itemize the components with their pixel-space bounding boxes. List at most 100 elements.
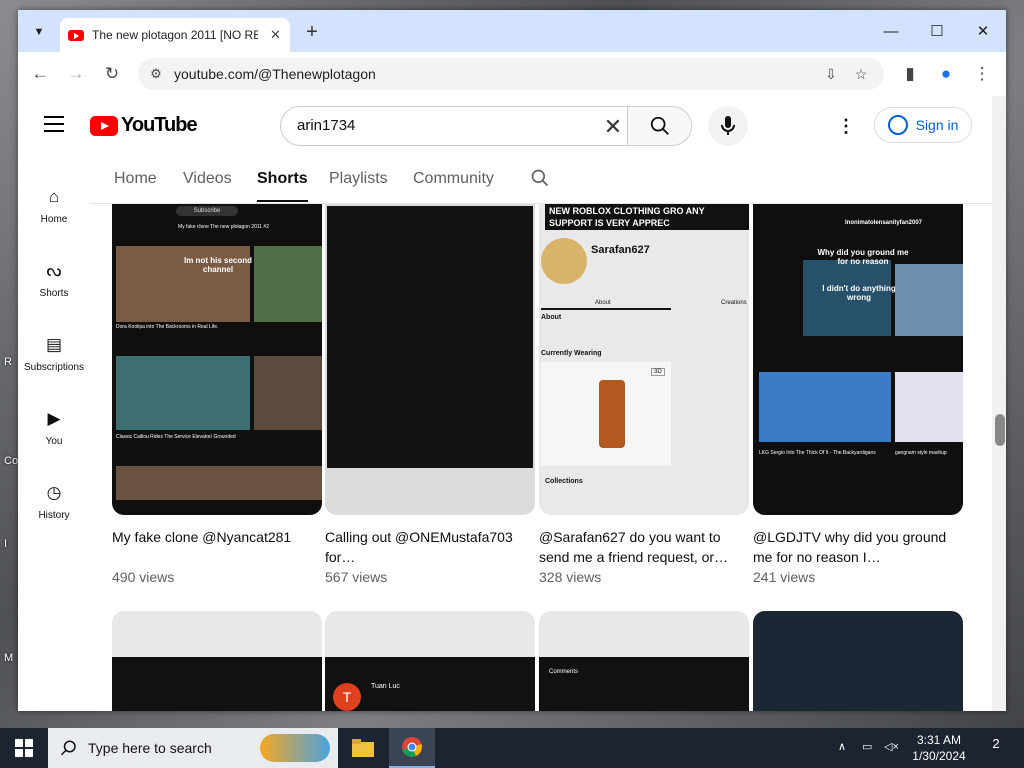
thumb-username: Sarafan627 [591,244,650,256]
url-text[interactable]: youtube.com/@Thenewplotagon [174,66,376,82]
short-card[interactable]: NEW ROBLOX CLOTHING GRO ANY SUPPORT IS V… [539,204,749,585]
thumb-frame [254,356,322,430]
taskbar-search-placeholder: Type here to search [88,740,212,756]
forward-button[interactable]: → [62,60,90,88]
thumb-tab: About [595,300,611,306]
thumb-caption: Classic Caillou Rides The Service Elevat… [116,434,236,440]
guide-item-home[interactable]: ⌂ Home [18,186,90,225]
maximize-button[interactable]: ☐ [914,18,960,44]
guide-item-shorts[interactable]: ᔓ Shorts [18,260,90,299]
bookmark-star-icon[interactable]: ☆ [850,63,872,85]
guide-label: You [45,436,63,447]
guide-menu-icon[interactable] [44,116,64,137]
side-panel-icon[interactable]: ▮ [896,60,924,88]
short-views: 328 views [539,569,602,585]
short-title[interactable]: @Sarafan627 do you want to send me a fri… [539,527,749,567]
windows-logo-icon [15,739,33,757]
system-clock[interactable]: 3:31 AM 1/30/2024 [904,732,974,764]
short-card[interactable]: Inonimatolensanityfan2007 Why did you gr… [753,204,963,585]
short-thumbnail[interactable]: Comments [539,611,749,711]
desktop-label: M [4,652,14,664]
search-button[interactable] [627,107,691,145]
browser-toolbar: ← → ↻ ⚙ youtube.com/@Thenewplotagon ⇩ ☆ … [18,52,1006,96]
windows-taskbar: Type here to search ∧ ▭ ◁× 3:31 AM 1/30/… [0,728,1024,768]
scrollbar-thumb[interactable] [995,414,1005,446]
thumb-frame [254,246,322,322]
page-scrollbar[interactable] [992,96,1006,711]
thumb-channel: Inonimatolensanityfan2007 [845,220,923,226]
tab-strip: ▼ The new plotagon 2011 [NO RE ✕ + — ☐ ✕ [18,10,1006,52]
browser-tab[interactable]: The new plotagon 2011 [NO RE ✕ [60,18,290,52]
short-card[interactable]: T Tuan Luc [325,611,535,711]
guide-label: History [38,510,70,521]
thumb-section: Currently Wearing [541,350,602,357]
guide-item-history[interactable]: ◷ History [18,482,90,521]
thumb-frame [895,372,963,442]
file-explorer-icon[interactable] [340,728,386,768]
chrome-menu-icon[interactable]: ⋮ [968,60,996,88]
site-info-icon[interactable]: ⚙ [146,64,166,84]
volume-muted-icon[interactable]: ◁× [884,740,899,753]
search-icon [60,740,76,756]
start-button[interactable] [0,728,48,768]
tab-playlists[interactable]: Playlists [329,170,388,188]
short-title[interactable]: @LGDJTV why did you ground me for no rea… [753,527,963,567]
thumb-tab: Creations [721,300,747,306]
reload-button[interactable]: ↻ [98,60,126,88]
voice-search-button[interactable] [708,106,748,146]
tab-shorts[interactable]: Shorts [257,170,308,202]
search-box[interactable]: arin1734 ✕ [280,106,692,146]
install-app-icon[interactable]: ⇩ [820,63,842,85]
guide-item-you[interactable]: ▶ You [18,408,90,447]
short-thumbnail[interactable] [753,611,963,711]
thumb-frame [116,466,322,500]
thumb-profile-name: Tuan Luc [371,683,400,690]
short-card[interactable]: Comments [539,611,749,711]
notification-count: 2 [992,736,1000,751]
guide-label: Subscriptions [23,362,85,373]
thumb-channel: My fake clone The new plotagon 2011 #2 [178,224,269,230]
profile-icon[interactable]: ● [932,60,960,88]
short-thumbnail[interactable] [325,204,535,515]
short-card[interactable] [112,611,322,711]
youtube-favicon-icon [68,29,84,41]
back-button[interactable]: ← [26,60,54,88]
short-thumbnail[interactable]: Subscribe My fake clone The new plotagon… [112,204,322,515]
short-card[interactable]: Calling out @ONEMustafa703 for… 567 view… [325,204,535,585]
chrome-taskbar-icon[interactable] [389,728,435,768]
notifications-button[interactable]: 2 [984,736,1008,760]
settings-menu-icon[interactable]: ⋮ [834,114,858,138]
tab-search-dropdown-icon[interactable]: ▼ [26,19,52,45]
short-thumbnail[interactable]: T Tuan Luc [325,611,535,711]
short-card[interactable] [753,611,963,711]
desktop-label: R [4,356,12,368]
thumb-frame [759,372,891,442]
show-hidden-icons-icon[interactable]: ∧ [838,740,846,753]
short-thumbnail[interactable] [112,611,322,711]
search-highlight-icon [260,734,330,762]
sign-in-button[interactable]: Sign in [874,107,972,143]
desktop-label: Co [4,455,19,467]
search-input[interactable]: arin1734 [297,117,355,134]
short-title[interactable]: My fake clone @Nyancat281 [112,527,322,567]
network-icon[interactable]: ▭ [862,740,872,753]
short-thumbnail[interactable]: NEW ROBLOX CLOTHING GRO ANY SUPPORT IS V… [539,204,749,515]
guide-item-subscriptions[interactable]: ▤ Subscriptions [18,334,90,373]
taskbar-search-box[interactable]: Type here to search [48,728,338,768]
close-tab-icon[interactable]: ✕ [270,27,281,43]
short-card[interactable]: Subscribe My fake clone The new plotagon… [112,204,322,585]
tab-home[interactable]: Home [114,170,157,188]
short-title[interactable]: Calling out @ONEMustafa703 for… [325,527,535,567]
tab-videos[interactable]: Videos [183,170,232,188]
new-tab-button[interactable]: + [300,20,324,44]
address-bar[interactable]: ⚙ youtube.com/@Thenewplotagon ⇩ ☆ [138,58,884,90]
channel-search-icon[interactable] [530,168,552,190]
close-window-button[interactable]: ✕ [960,18,1006,44]
minimize-button[interactable]: — [868,18,914,44]
thumb-frame [327,206,533,468]
clock-time: 3:31 AM [916,733,962,747]
youtube-logo[interactable]: YouTube [90,114,198,137]
clear-search-icon[interactable]: ✕ [599,113,627,141]
short-thumbnail[interactable]: Inonimatolensanityfan2007 Why did you gr… [753,204,963,515]
tab-community[interactable]: Community [413,170,494,188]
